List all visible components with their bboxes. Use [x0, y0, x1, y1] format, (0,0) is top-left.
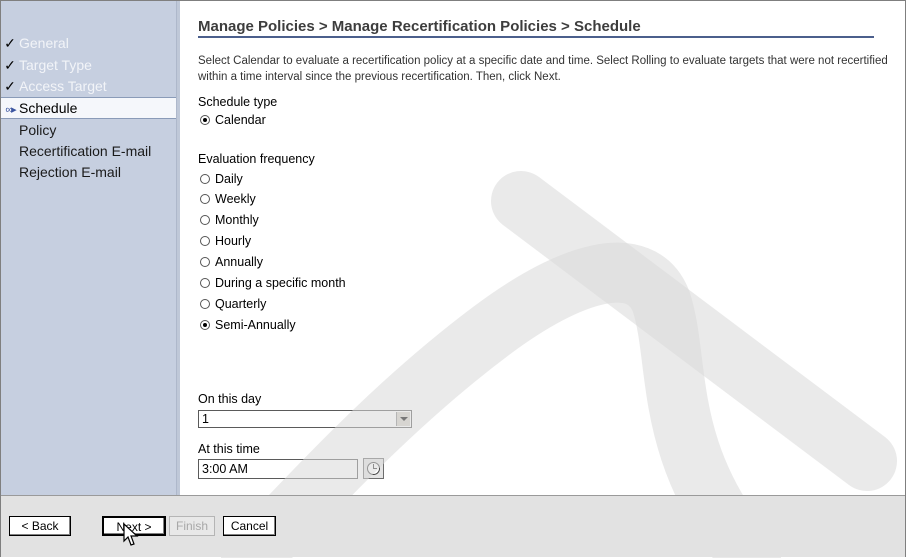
radio-semi-annually[interactable]: Semi-Annually	[200, 316, 296, 334]
check-icon: ✓	[4, 57, 16, 73]
radio-label: Annually	[215, 255, 263, 269]
schedule-type-label: Schedule type	[198, 95, 278, 109]
radio-label: Hourly	[215, 234, 252, 248]
radio-calendar[interactable]: Calendar	[200, 111, 266, 129]
radio-monthly[interactable]: Monthly	[200, 211, 259, 229]
check-icon: ✓	[4, 35, 16, 51]
radio-button[interactable]	[200, 299, 210, 309]
page-title: Manage Policies > Manage Recertification…	[198, 18, 874, 38]
current-step-arrow-icon: ∞▸	[5, 104, 16, 116]
instructions-text: Select Calendar to evaluate a recertific…	[198, 55, 888, 83]
radio-quarterly[interactable]: Quarterly	[200, 295, 266, 313]
step-label: General	[19, 35, 69, 51]
step-label: Recertification E-mail	[19, 143, 152, 159]
radio-label: Monthly	[215, 213, 259, 227]
chevron-down-icon[interactable]	[396, 412, 410, 426]
wizard-steps-sidebar: ✓ General ✓ Target Type ✓ Access Target ∞▸ S…	[1, 1, 179, 495]
mouse-pointer-icon	[123, 523, 139, 546]
radio-label: Weekly	[215, 192, 256, 206]
step-access-target[interactable]: ✓ Access Target	[1, 76, 176, 96]
evaluation-frequency-label: Evaluation frequency	[198, 152, 315, 166]
clock-icon	[367, 462, 380, 475]
step-label: Rejection E-mail	[19, 164, 121, 180]
step-rejection-email[interactable]: Rejection E-mail	[1, 162, 176, 182]
back-button[interactable]: < Back	[9, 516, 71, 536]
time-picker-button[interactable]	[363, 458, 384, 479]
radio-button[interactable]	[200, 174, 210, 184]
step-label: Schedule	[19, 100, 78, 116]
radio-hourly[interactable]: Hourly	[200, 232, 251, 250]
radio-button[interactable]	[200, 215, 210, 225]
day-select-value: 1	[202, 412, 209, 426]
step-general[interactable]: ✓ General	[1, 33, 176, 53]
radio-during-specific-month[interactable]: During a specific month	[200, 274, 346, 292]
step-policy[interactable]: Policy	[1, 120, 176, 140]
radio-annually[interactable]: Annually	[200, 253, 263, 271]
time-input[interactable]: 3:00 AM	[198, 459, 358, 479]
step-label: Policy	[19, 122, 57, 138]
step-recertification-email[interactable]: Recertification E-mail	[1, 141, 176, 161]
radio-button[interactable]	[200, 236, 210, 246]
at-this-time-label: At this time	[198, 442, 260, 456]
radio-button[interactable]	[200, 257, 210, 267]
radio-daily[interactable]: Daily	[200, 170, 243, 188]
main-panel: Manage Policies > Manage Recertification…	[198, 1, 898, 495]
radio-button[interactable]	[200, 115, 210, 125]
radio-weekly[interactable]: Weekly	[200, 190, 256, 208]
day-select[interactable]: 1	[198, 410, 412, 428]
cancel-button[interactable]: Cancel	[223, 516, 276, 536]
step-label: Target Type	[19, 57, 92, 73]
radio-button[interactable]	[200, 278, 210, 288]
on-this-day-label: On this day	[198, 392, 262, 406]
radio-label: Daily	[215, 172, 243, 186]
radio-label: Semi-Annually	[215, 318, 296, 332]
radio-label: During a specific month	[215, 276, 346, 290]
step-label: Access Target	[19, 78, 107, 94]
finish-button: Finish	[169, 516, 215, 536]
radio-button[interactable]	[200, 194, 210, 204]
sidebar-divider	[176, 1, 180, 495]
radio-label: Calendar	[215, 113, 266, 127]
step-schedule[interactable]: ∞▸ Schedule	[1, 97, 176, 119]
radio-button[interactable]	[200, 320, 210, 330]
check-icon: ✓	[4, 78, 16, 94]
radio-label: Quarterly	[215, 297, 267, 311]
step-target-type[interactable]: ✓ Target Type	[1, 55, 176, 75]
wizard-window: ✓ General ✓ Target Type ✓ Access Target ∞▸ S…	[0, 0, 906, 558]
